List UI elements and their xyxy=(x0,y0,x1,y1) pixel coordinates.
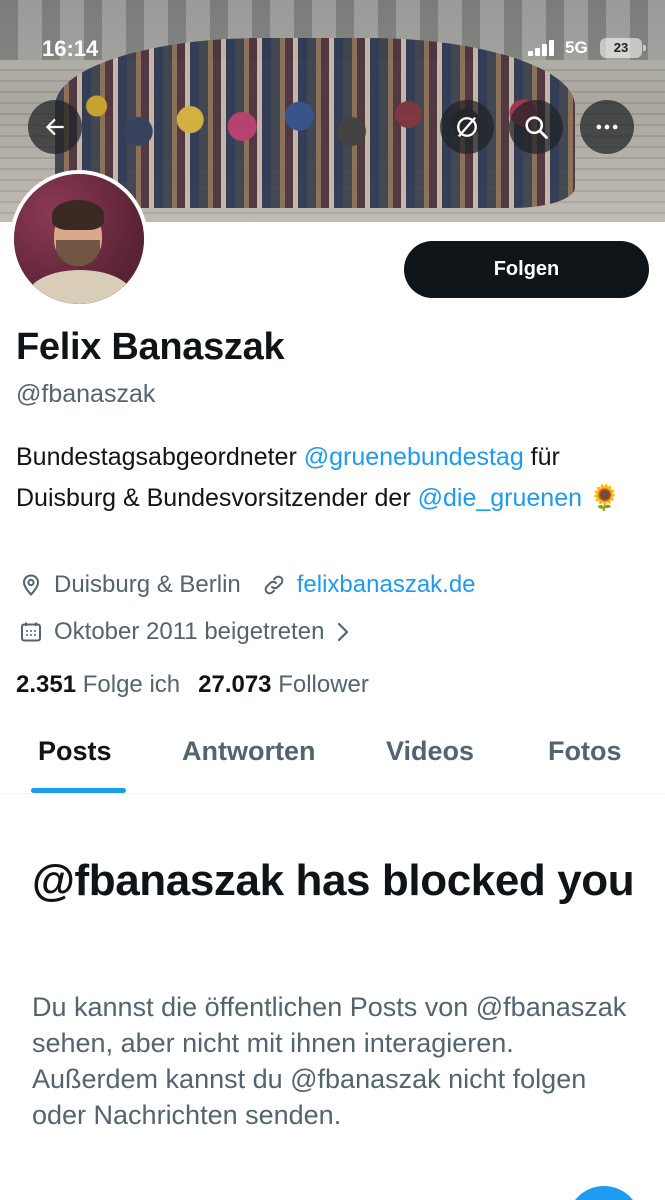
bio-mention-gruenebundestag[interactable]: @gruenebundestag xyxy=(304,443,524,471)
profile-location: Duisburg & Berlin xyxy=(54,571,241,598)
location-pin-icon xyxy=(18,572,44,598)
cellular-signal-icon xyxy=(528,40,558,56)
followers-link[interactable]: 27.073 Follower xyxy=(198,671,369,699)
calendar-icon xyxy=(18,619,44,645)
follow-button[interactable]: Folgen xyxy=(404,241,649,298)
battery-level: 23 xyxy=(613,40,629,55)
active-tab-indicator xyxy=(31,788,126,793)
followers-count: 27.073 xyxy=(198,671,272,698)
search-icon xyxy=(525,116,548,139)
profile-name: Felix Banaszak xyxy=(16,326,285,368)
status-bar: 16:14 5G 23 xyxy=(0,0,665,90)
search-button[interactable] xyxy=(509,100,563,154)
chevron-right-icon xyxy=(330,619,356,645)
profile-handle: @fbanaszak xyxy=(16,380,156,408)
tab-videos[interactable]: Videos xyxy=(386,736,474,767)
followers-label: Follower xyxy=(278,671,369,698)
bio-mention-die-gruenen[interactable]: @die_gruenen xyxy=(418,484,582,512)
tab-replies[interactable]: Antworten xyxy=(182,736,315,767)
more-horizontal-icon xyxy=(596,124,618,130)
profile-location-row: Duisburg & Berlin felixbanaszak.de xyxy=(18,570,476,600)
profile-joined-date: Oktober 2011 beigetreten xyxy=(54,618,325,645)
following-count: 2.351 xyxy=(16,671,77,698)
following-link[interactable]: 2.351 Folge ich xyxy=(16,671,180,699)
compose-button[interactable] xyxy=(567,1186,641,1200)
profile-joined-row[interactable]: Oktober 2011 beigetreten xyxy=(18,617,366,647)
tab-photos[interactable]: Fotos xyxy=(548,736,622,767)
sunflower-emoji: 🌻 xyxy=(588,484,621,512)
arrow-left-icon xyxy=(45,118,64,136)
profile-stats: 2.351 Folge ich 27.073 Follower xyxy=(16,671,369,699)
profile-website-link[interactable]: felixbanaszak.de xyxy=(297,571,476,599)
battery-icon: 23 xyxy=(600,38,646,58)
status-time: 16:14 xyxy=(42,36,99,61)
avatar[interactable] xyxy=(10,170,148,308)
tab-posts[interactable]: Posts xyxy=(38,736,112,767)
profile-bio: Bundestagsabgeordneter @gruenebundestag … xyxy=(16,437,646,519)
back-button[interactable] xyxy=(28,100,82,154)
profile-tabs: Posts Antworten Videos Fotos xyxy=(0,712,665,794)
bio-text: Bundestagsabgeordneter xyxy=(16,443,304,471)
network-type: 5G xyxy=(565,38,588,57)
notifications-button[interactable] xyxy=(440,100,494,154)
notifications-off-icon xyxy=(457,116,477,138)
blocked-description: Du kannst die öffentlichen Posts von @fb… xyxy=(32,992,627,1130)
following-label: Folge ich xyxy=(82,671,181,698)
link-icon xyxy=(261,572,287,598)
blocked-title: @fbanaszak has blocked you xyxy=(32,856,635,905)
more-button[interactable] xyxy=(580,100,634,154)
